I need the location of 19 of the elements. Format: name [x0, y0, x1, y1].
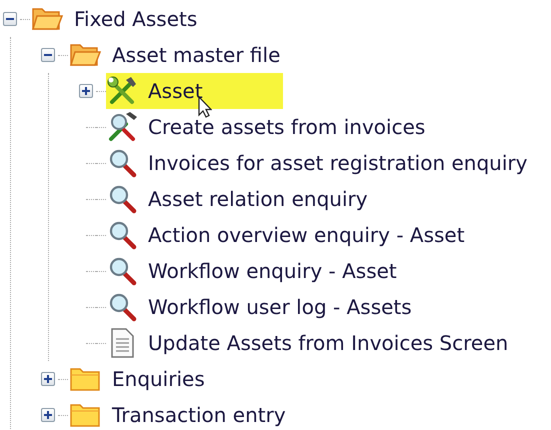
- tree-item[interactable]: Transaction entry: [68, 397, 290, 430]
- expand-toggle[interactable]: [41, 372, 55, 386]
- expand-toggle[interactable]: [41, 408, 55, 422]
- tree-item[interactable]: Fixed Assets: [30, 1, 202, 37]
- tree-item[interactable]: Asset: [106, 73, 283, 109]
- expand-toggle[interactable]: [3, 12, 17, 26]
- tree-item[interactable]: Update Assets from Invoices Screen: [106, 325, 512, 361]
- tree-item[interactable]: Asset master file: [68, 37, 284, 73]
- tree-item[interactable]: Action overview enquiry - Asset: [106, 217, 469, 253]
- tools-search-icon: [106, 111, 138, 143]
- expand-toggle[interactable]: [79, 84, 93, 98]
- tools-icon: [106, 75, 138, 107]
- tree-item[interactable]: Invoices for asset registration enquiry: [106, 145, 532, 181]
- tree-item[interactable]: Workflow user log - Assets: [106, 289, 416, 325]
- tree-item[interactable]: Create assets from invoices: [106, 109, 430, 145]
- tree-item[interactable]: Enquiries: [68, 361, 209, 397]
- tree-item[interactable]: Workflow enquiry - Asset: [106, 253, 401, 289]
- expand-toggle[interactable]: [41, 48, 55, 62]
- tree-item[interactable]: Asset relation enquiry: [106, 181, 372, 217]
